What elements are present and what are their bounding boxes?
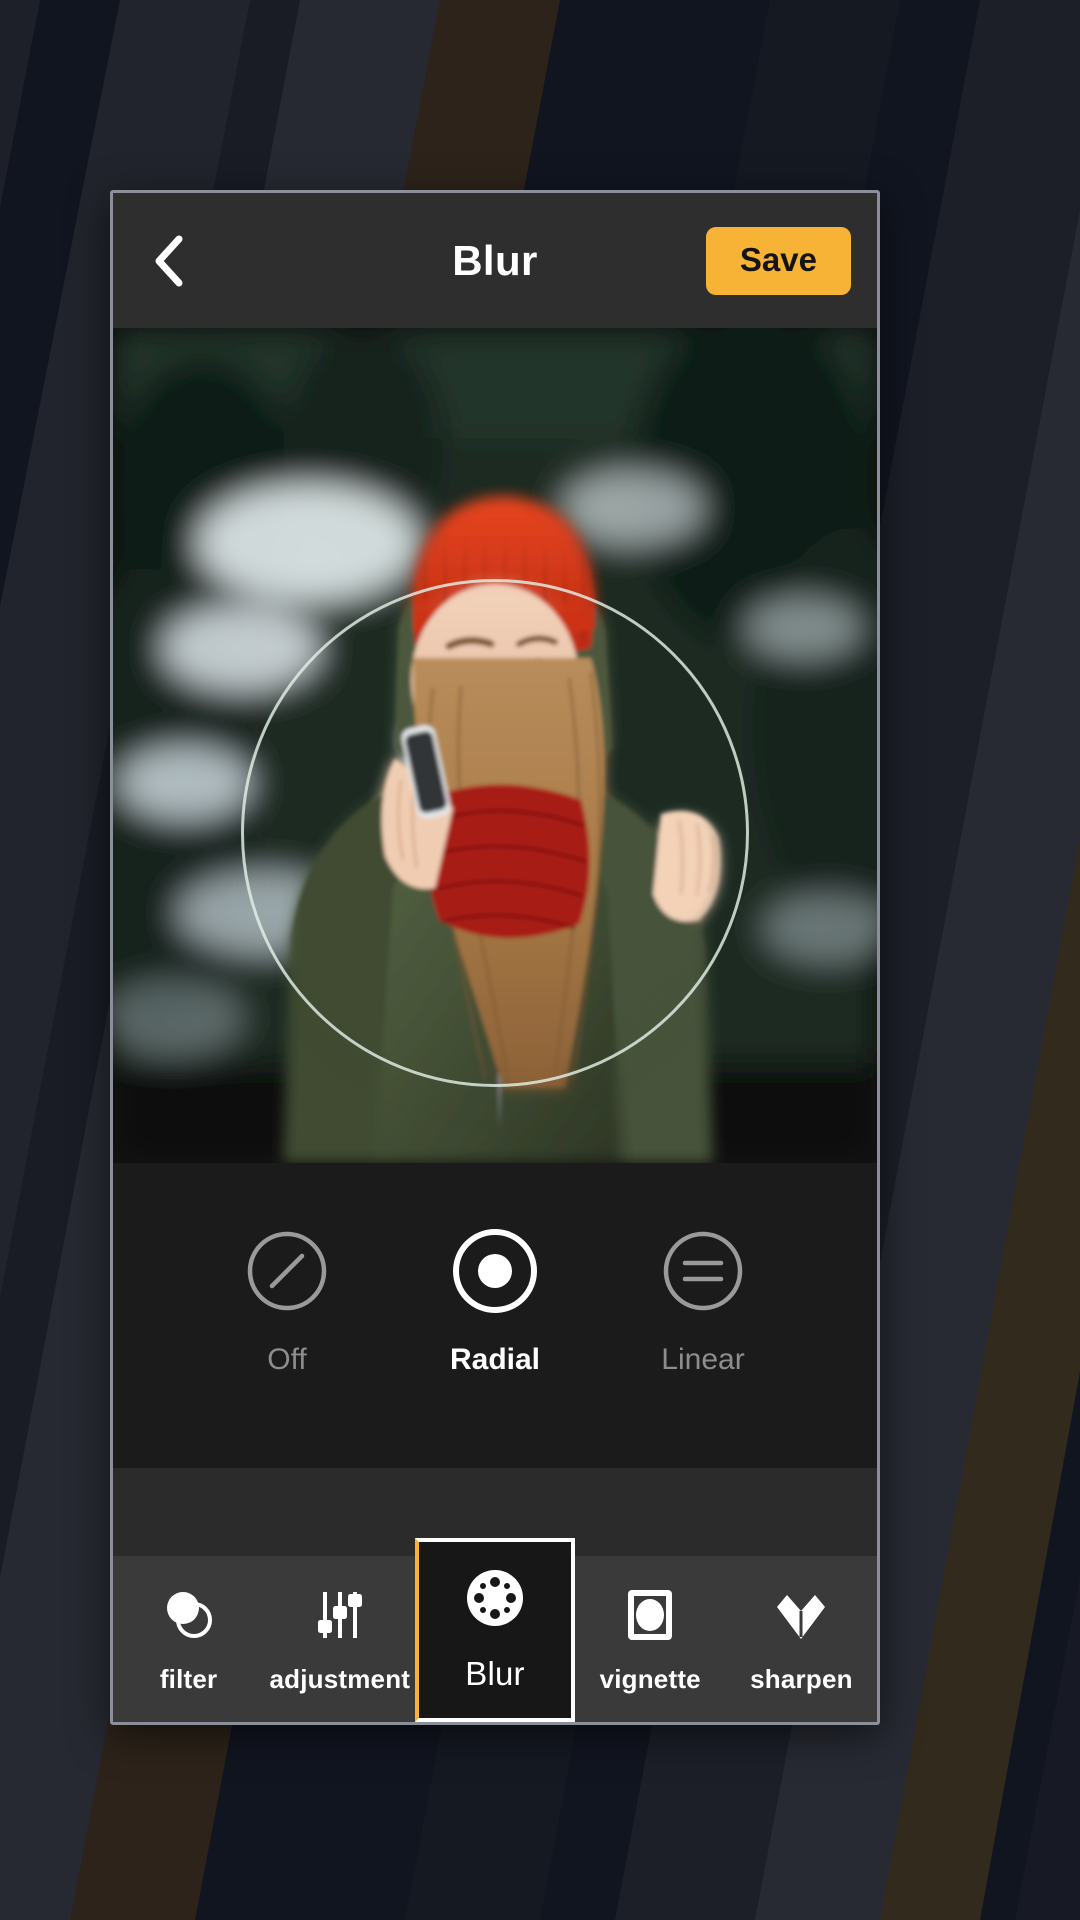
- save-button[interactable]: Save: [705, 226, 851, 295]
- tool-adjustment[interactable]: adjustment: [264, 1556, 415, 1722]
- editor-toolbar: filter adjustment Blur vignette sharpen: [113, 1538, 877, 1722]
- tool-blur-label: Blur: [465, 1655, 525, 1692]
- tool-adjustment-label: adjustment: [269, 1663, 411, 1694]
- tool-vignette[interactable]: vignette: [575, 1556, 726, 1722]
- photo-illustration: [113, 328, 877, 1163]
- tool-sharpen-label: sharpen: [750, 1663, 853, 1694]
- tool-blur[interactable]: Blur: [415, 1538, 575, 1722]
- tool-vignette-label: vignette: [599, 1663, 701, 1694]
- blur-mode-radial[interactable]: Radial: [420, 1225, 570, 1377]
- edited-photo: [113, 328, 877, 1163]
- blur-mode-off-label: Off: [267, 1342, 307, 1376]
- back-button[interactable]: [139, 229, 203, 293]
- blur-mode-radial-label: Radial: [449, 1342, 541, 1376]
- blur-mode-linear-label: Linear: [661, 1342, 745, 1376]
- circle-dot-icon: [449, 1225, 541, 1317]
- aperture-dots-icon: [463, 1567, 527, 1629]
- tool-filter-label: filter: [159, 1663, 218, 1694]
- blur-mode-linear[interactable]: Linear: [628, 1225, 778, 1377]
- blur-mode-off[interactable]: Off: [212, 1225, 362, 1377]
- tool-sharpen[interactable]: sharpen: [726, 1556, 877, 1722]
- diamond-icon: [773, 1584, 829, 1646]
- chevron-left-icon: [155, 235, 183, 286]
- photo-canvas[interactable]: [113, 328, 877, 1163]
- overlapping-circles-icon: [160, 1584, 218, 1646]
- circle-slash-icon: [241, 1225, 333, 1317]
- app-header: Blur Save: [113, 193, 877, 328]
- phone-frame: Blur Save Off Radial Linear filter adjus…: [110, 190, 880, 1725]
- tool-filter[interactable]: filter: [113, 1556, 264, 1722]
- framed-circle-icon: [622, 1584, 678, 1646]
- sliders-icon: [311, 1584, 369, 1646]
- blur-mode-selector: Off Radial Linear: [113, 1163, 877, 1468]
- circle-lines-icon: [657, 1225, 749, 1317]
